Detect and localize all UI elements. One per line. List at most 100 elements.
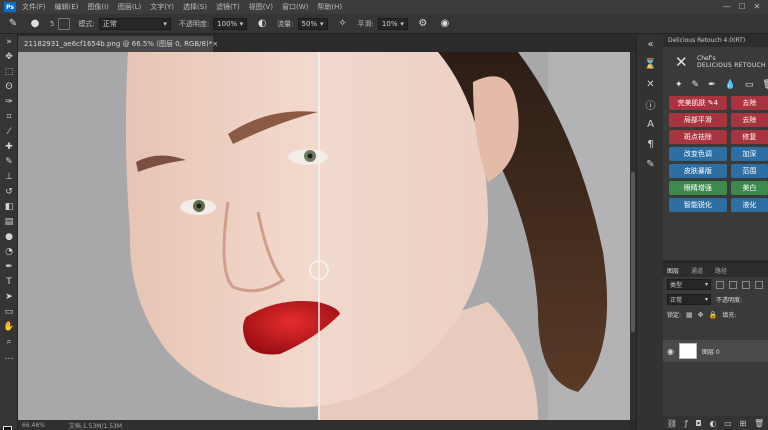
paragraph-panel-icon[interactable]: ¶ [637,134,664,154]
close-tab-icon[interactable]: × [212,40,218,48]
adjustment-layer-icon[interactable]: ◐ [709,419,716,428]
close-window-button[interactable]: ✕ [752,2,762,11]
history-brush-tool-icon[interactable]: ↺ [0,184,18,199]
eraser-tool-icon[interactable]: ◧ [0,199,18,214]
right-action-button-4[interactable]: 加深 [730,147,768,161]
smoothing-field[interactable]: 10% ▾ [377,17,408,30]
brush-tool-icon[interactable]: ✎ [6,17,20,31]
quick-select-tool-icon[interactable]: ✑ [0,94,18,109]
zoom-level[interactable]: 66.46% [22,422,45,429]
smart-sharpen-button[interactable]: 智能锐化 [669,198,727,212]
plugin-panel-icon[interactable]: ✕ [637,74,664,94]
maximize-button[interactable]: ☐ [737,2,747,11]
pressure-opacity-icon[interactable]: ◐ [255,17,269,31]
blemish-remove-button[interactable]: 斑点祛除 [669,130,727,144]
healing-brush-tool-icon[interactable]: ✚ [0,139,18,154]
menu-window[interactable]: 窗口(W) [282,2,308,12]
new-layer-icon[interactable]: ⊞ [739,419,746,428]
tab-channels[interactable]: 通道 [691,266,703,275]
more-tools-icon[interactable]: … [0,349,18,364]
filter-type-icon[interactable] [742,280,750,289]
gradient-tool-icon[interactable]: ▤ [0,214,18,229]
foreground-color-swatch[interactable] [3,426,12,430]
filter-pixel-icon[interactable] [716,280,724,289]
document-canvas[interactable] [18,52,630,420]
tab-layers[interactable]: 图层 [667,266,679,275]
right-action-button-7[interactable]: 液化 [730,198,768,212]
dodge-tool-icon[interactable]: ◔ [0,244,18,259]
filter-shape-icon[interactable] [755,280,763,289]
menu-edit[interactable]: 编辑(E) [55,2,79,12]
pen-icon[interactable]: ✒ [708,80,716,90]
magic-wand-icon[interactable]: ✦ [675,80,683,90]
filter-adjust-icon[interactable] [729,280,737,289]
link-layers-icon[interactable]: ⛓ [667,419,677,428]
right-action-button-3[interactable]: 修复 [730,130,768,144]
marquee-tool-icon[interactable]: ⬚ [0,64,18,79]
gear-icon[interactable]: ⚙ [416,17,430,31]
character-panel-icon[interactable]: A [637,114,664,134]
lasso-tool-icon[interactable]: ʘ [0,79,18,94]
layer-row[interactable]: ◉ 图层 0 [663,340,768,362]
document-size[interactable]: 文档:1.53M/1.53M [69,421,122,430]
menu-type[interactable]: 文字(Y) [150,2,174,12]
right-action-button-6[interactable]: 美白 [730,181,768,195]
perfect-skin-button[interactable]: 完美肌肤 ✎4 [669,96,727,110]
lock-pixels-icon[interactable]: ▦ [686,311,693,319]
menu-filter[interactable]: 滤镜(T) [216,2,240,12]
hand-tool-icon[interactable]: ✋ [0,319,18,334]
right-action-button-2[interactable]: 去除 [730,113,768,127]
change-tone-button[interactable]: 改变色调 [669,147,727,161]
zoom-tool-icon[interactable]: ⌕ [0,334,18,349]
menu-image[interactable]: 图像(I) [87,2,109,12]
skin-button[interactable]: 皮肤暴版 [669,164,727,178]
mode-select[interactable]: 正常 ▾ [98,17,171,30]
brush-icon[interactable]: ✎ [692,80,700,90]
airbrush-icon[interactable]: ✧ [336,17,350,31]
trash-icon[interactable]: 🗑 [754,419,764,428]
menu-select[interactable]: 选择(S) [183,2,207,12]
blend-mode-select[interactable]: 正常 ▾ [667,294,711,305]
brush-preset-icon[interactable]: ● [28,17,42,31]
move-tool-icon[interactable]: ✥ [0,49,18,64]
blur-tool-icon[interactable]: ● [0,229,18,244]
layer-kind-filter[interactable]: 类型 ▾ [667,279,711,290]
menu-layer[interactable]: 图层(L) [118,2,141,12]
rectangle-icon[interactable]: ▭ [745,80,754,90]
menu-view[interactable]: 视图(V) [249,2,273,12]
document-tab[interactable]: 21182931_ae6cf1654b.png @ 66.5% (图层 0, R… [18,36,218,52]
scrollbar-thumb[interactable] [631,172,635,332]
trash-icon[interactable]: 🗑 [762,80,768,90]
plugin-tab[interactable]: Delicious Retouch 4.0(RT) [663,34,768,47]
right-action-button-5[interactable]: 范围 [730,164,768,178]
tab-paths[interactable]: 路径 [715,266,727,275]
pressure-size-icon[interactable]: ◉ [438,17,452,31]
menu-file[interactable]: 文件(F) [22,2,46,12]
eye-enhance-button[interactable]: 眼睛增强 [669,181,727,195]
path-select-tool-icon[interactable]: ➤ [0,289,18,304]
lock-all-icon[interactable]: 🔒 [709,311,718,319]
flow-field[interactable]: 50% ▾ [297,17,328,30]
type-tool-icon[interactable]: T [0,274,18,289]
lock-position-icon[interactable]: ✥ [698,311,704,319]
fx-icon[interactable]: ƒ [685,419,688,428]
expand-panels-icon[interactable]: « [637,34,664,54]
brush-settings-icon[interactable]: ✎ [637,154,664,174]
menu-help[interactable]: 帮助(H) [317,2,342,12]
brush-panel-icon[interactable] [58,17,71,30]
eye-icon[interactable]: ◉ [667,347,674,356]
history-panel-icon[interactable]: ⌛ [637,54,664,74]
brush-tool-icon[interactable]: ✎ [0,154,18,169]
new-group-icon[interactable]: ▭ [724,419,732,428]
add-mask-icon[interactable]: ◘ [695,419,701,428]
collapse-toolbar-icon[interactable]: » [0,34,18,49]
clone-stamp-tool-icon[interactable]: ⊥ [0,169,18,184]
opacity-field[interactable]: 100% ▾ [213,17,248,30]
right-action-button-1[interactable]: 去除 [730,96,768,110]
crop-tool-icon[interactable]: ⌗ [0,109,18,124]
shape-tool-icon[interactable]: ▭ [0,304,18,319]
minimize-button[interactable]: — [722,2,732,11]
pen-tool-icon[interactable]: ✒ [0,259,18,274]
eyedropper-tool-icon[interactable]: ⁄ [0,124,18,139]
info-panel-icon[interactable]: ⓘ [637,94,664,114]
